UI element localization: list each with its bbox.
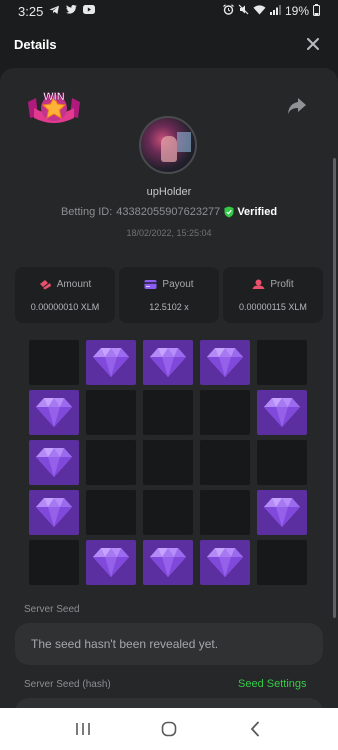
grid-tile-empty <box>143 390 193 435</box>
server-seed-hash-label: Server Seed (hash) <box>24 679 111 690</box>
bet-details-panel: WIN upHolder Betting ID: 433820559076232… <box>0 68 338 708</box>
win-logo-text: WIN <box>43 91 64 103</box>
youtube-icon <box>83 5 96 17</box>
page-title: Details <box>14 36 57 52</box>
grid-tile-empty <box>86 390 136 435</box>
stat-profit-label: Profit <box>270 278 294 290</box>
back-icon <box>250 721 259 737</box>
gem-icon <box>207 348 243 377</box>
server-seed-value: The seed hasn't been revealed yet. <box>31 637 219 651</box>
stats-row: Amount 0.00000010 XLM Payout 12.5102 x P… <box>15 267 323 323</box>
stat-amount: Amount 0.00000010 XLM <box>15 267 115 323</box>
gem-icon <box>36 398 72 427</box>
grid-tile-gem <box>29 490 79 535</box>
betting-id-row: Betting ID: 43382055907623277 Verified <box>0 206 338 218</box>
server-seed-field[interactable]: The seed hasn't been revealed yet. <box>15 623 323 665</box>
grid-tile-empty <box>86 490 136 535</box>
grid-tile-empty <box>257 540 307 585</box>
server-seed-hash-field[interactable] <box>15 698 323 708</box>
alarm-icon <box>223 4 234 18</box>
seed-settings-link[interactable]: Seed Settings <box>238 678 307 690</box>
mute-icon <box>238 4 249 18</box>
grid-tile-empty <box>200 490 250 535</box>
share-button[interactable] <box>286 96 308 116</box>
grid-tile-gem <box>257 490 307 535</box>
close-icon <box>307 37 319 50</box>
stat-profit: Profit 0.00000115 XLM <box>223 267 323 323</box>
avatar[interactable] <box>139 116 197 174</box>
grid-tile-gem <box>143 340 193 385</box>
stat-profit-value: 0.00000115 XLM <box>239 301 307 312</box>
gem-icon <box>150 348 186 377</box>
gem-icon <box>36 448 72 477</box>
signal-icon <box>269 4 281 18</box>
grid-tile-empty <box>143 490 193 535</box>
verified-badge: Verified <box>224 206 277 218</box>
grid-tile-empty <box>200 390 250 435</box>
profit-icon <box>252 279 265 289</box>
gem-icon <box>93 348 129 377</box>
status-bar: 3:25 19% <box>0 0 338 22</box>
mines-grid <box>29 340 307 588</box>
grid-tile-empty <box>257 340 307 385</box>
scrollbar[interactable] <box>333 158 336 618</box>
battery-icon <box>313 3 320 19</box>
share-icon <box>288 98 306 114</box>
server-seed-label: Server Seed <box>24 604 80 615</box>
grid-tile-gem <box>200 340 250 385</box>
grid-tile-gem <box>86 540 136 585</box>
recent-apps-button[interactable] <box>69 715 97 743</box>
grid-tile-empty <box>143 440 193 485</box>
home-button[interactable] <box>155 715 183 743</box>
payout-icon <box>144 279 157 289</box>
gem-icon <box>150 548 186 577</box>
betting-id-label: Betting ID: <box>60 206 113 218</box>
verified-label: Verified <box>237 206 278 218</box>
gem-icon <box>93 548 129 577</box>
shield-check-icon <box>224 206 234 218</box>
grid-tile-empty <box>86 440 136 485</box>
android-nav-bar <box>0 708 338 750</box>
win-logo: WIN <box>24 86 84 130</box>
wifi-icon <box>253 4 266 18</box>
gem-icon <box>36 498 72 527</box>
grid-tile-empty <box>29 340 79 385</box>
recent-apps-icon <box>76 723 90 735</box>
home-icon <box>161 721 177 737</box>
grid-tile-gem <box>29 390 79 435</box>
stat-payout: Payout 12.5102 x <box>119 267 219 323</box>
amount-icon <box>39 279 51 289</box>
gem-icon <box>207 548 243 577</box>
grid-tile-gem <box>29 440 79 485</box>
username[interactable]: upHolder <box>0 186 338 198</box>
bet-date: 18/02/2022, 15:25:04 <box>126 228 212 238</box>
grid-tile-empty <box>257 440 307 485</box>
stat-payout-label: Payout <box>162 278 194 290</box>
gem-icon <box>264 498 300 527</box>
grid-tile-gem <box>143 540 193 585</box>
betting-id-value: 43382055907623277 <box>116 206 221 218</box>
grid-tile-gem <box>257 390 307 435</box>
status-time: 3:25 <box>18 3 44 19</box>
gem-icon <box>264 398 300 427</box>
details-header: Details <box>0 22 338 66</box>
grid-tile-empty <box>29 540 79 585</box>
back-button[interactable] <box>241 715 269 743</box>
stat-payout-value: 12.5102 x <box>149 301 189 312</box>
stat-amount-value: 0.00000010 XLM <box>30 301 100 312</box>
grid-tile-gem <box>86 340 136 385</box>
telegram-icon <box>49 5 60 18</box>
grid-tile-empty <box>200 440 250 485</box>
battery-percent: 19% <box>284 4 309 18</box>
stat-amount-label: Amount <box>56 278 92 290</box>
twitter-icon <box>66 5 78 17</box>
close-button[interactable] <box>302 34 324 55</box>
grid-tile-gem <box>200 540 250 585</box>
